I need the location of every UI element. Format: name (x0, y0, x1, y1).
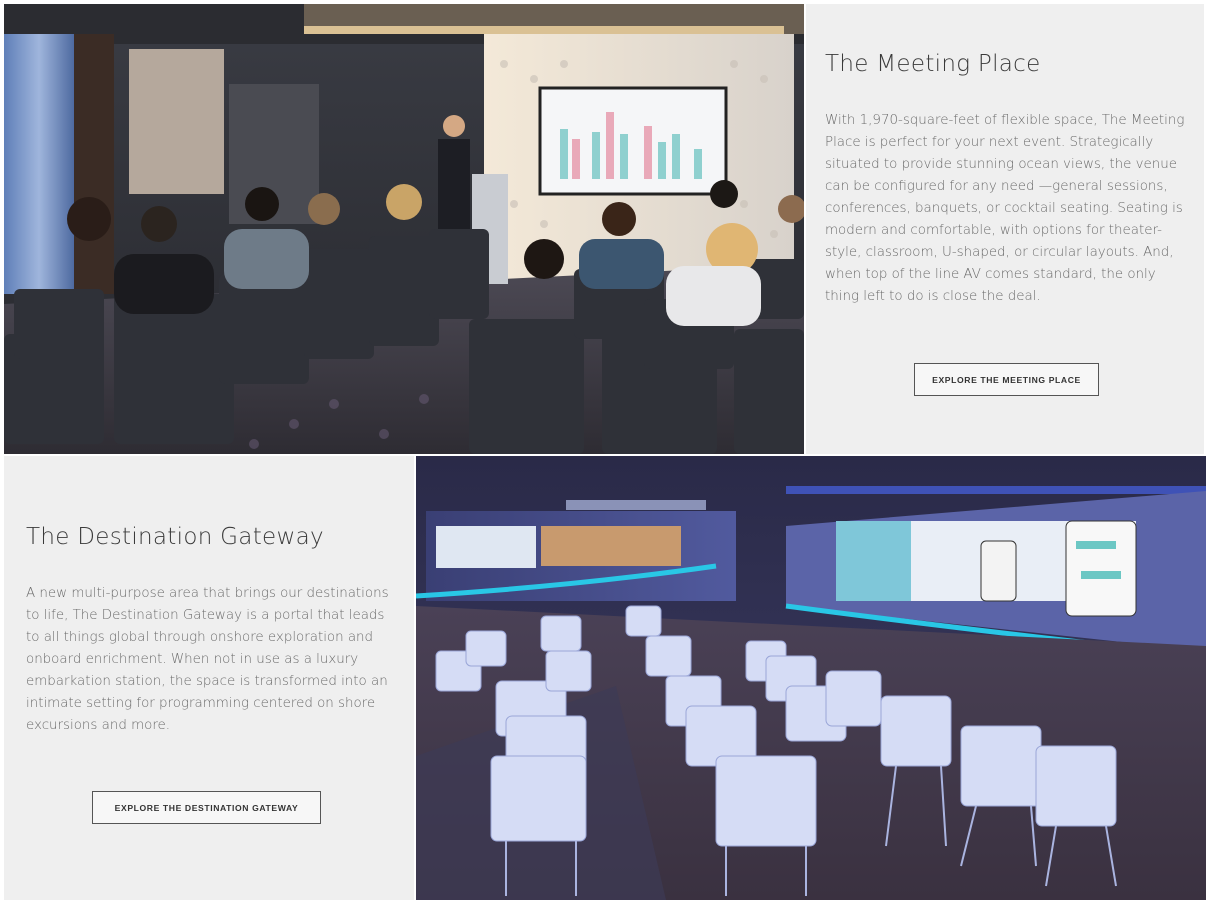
destination-gateway-panel: The Destination Gateway A new multi-purp… (4, 456, 414, 900)
explore-meeting-place-button[interactable]: EXPLORE THE MEETING PLACE (914, 363, 1099, 396)
destination-gateway-description: A new multi-purpose area that brings our… (26, 586, 389, 733)
meeting-place-title: The Meeting Place (825, 51, 1041, 77)
destination-gateway-title: The Destination Gateway (26, 524, 324, 550)
meeting-place-description: With 1,970-square-feet of flexible space… (825, 113, 1185, 304)
explore-destination-gateway-button[interactable]: EXPLORE THE DESTINATION GATEWAY (92, 791, 321, 824)
destination-gateway-photo (416, 456, 1206, 900)
meeting-place-panel: The Meeting Place With 1,970-square-feet… (806, 4, 1204, 454)
meeting-place-photo (4, 4, 804, 454)
